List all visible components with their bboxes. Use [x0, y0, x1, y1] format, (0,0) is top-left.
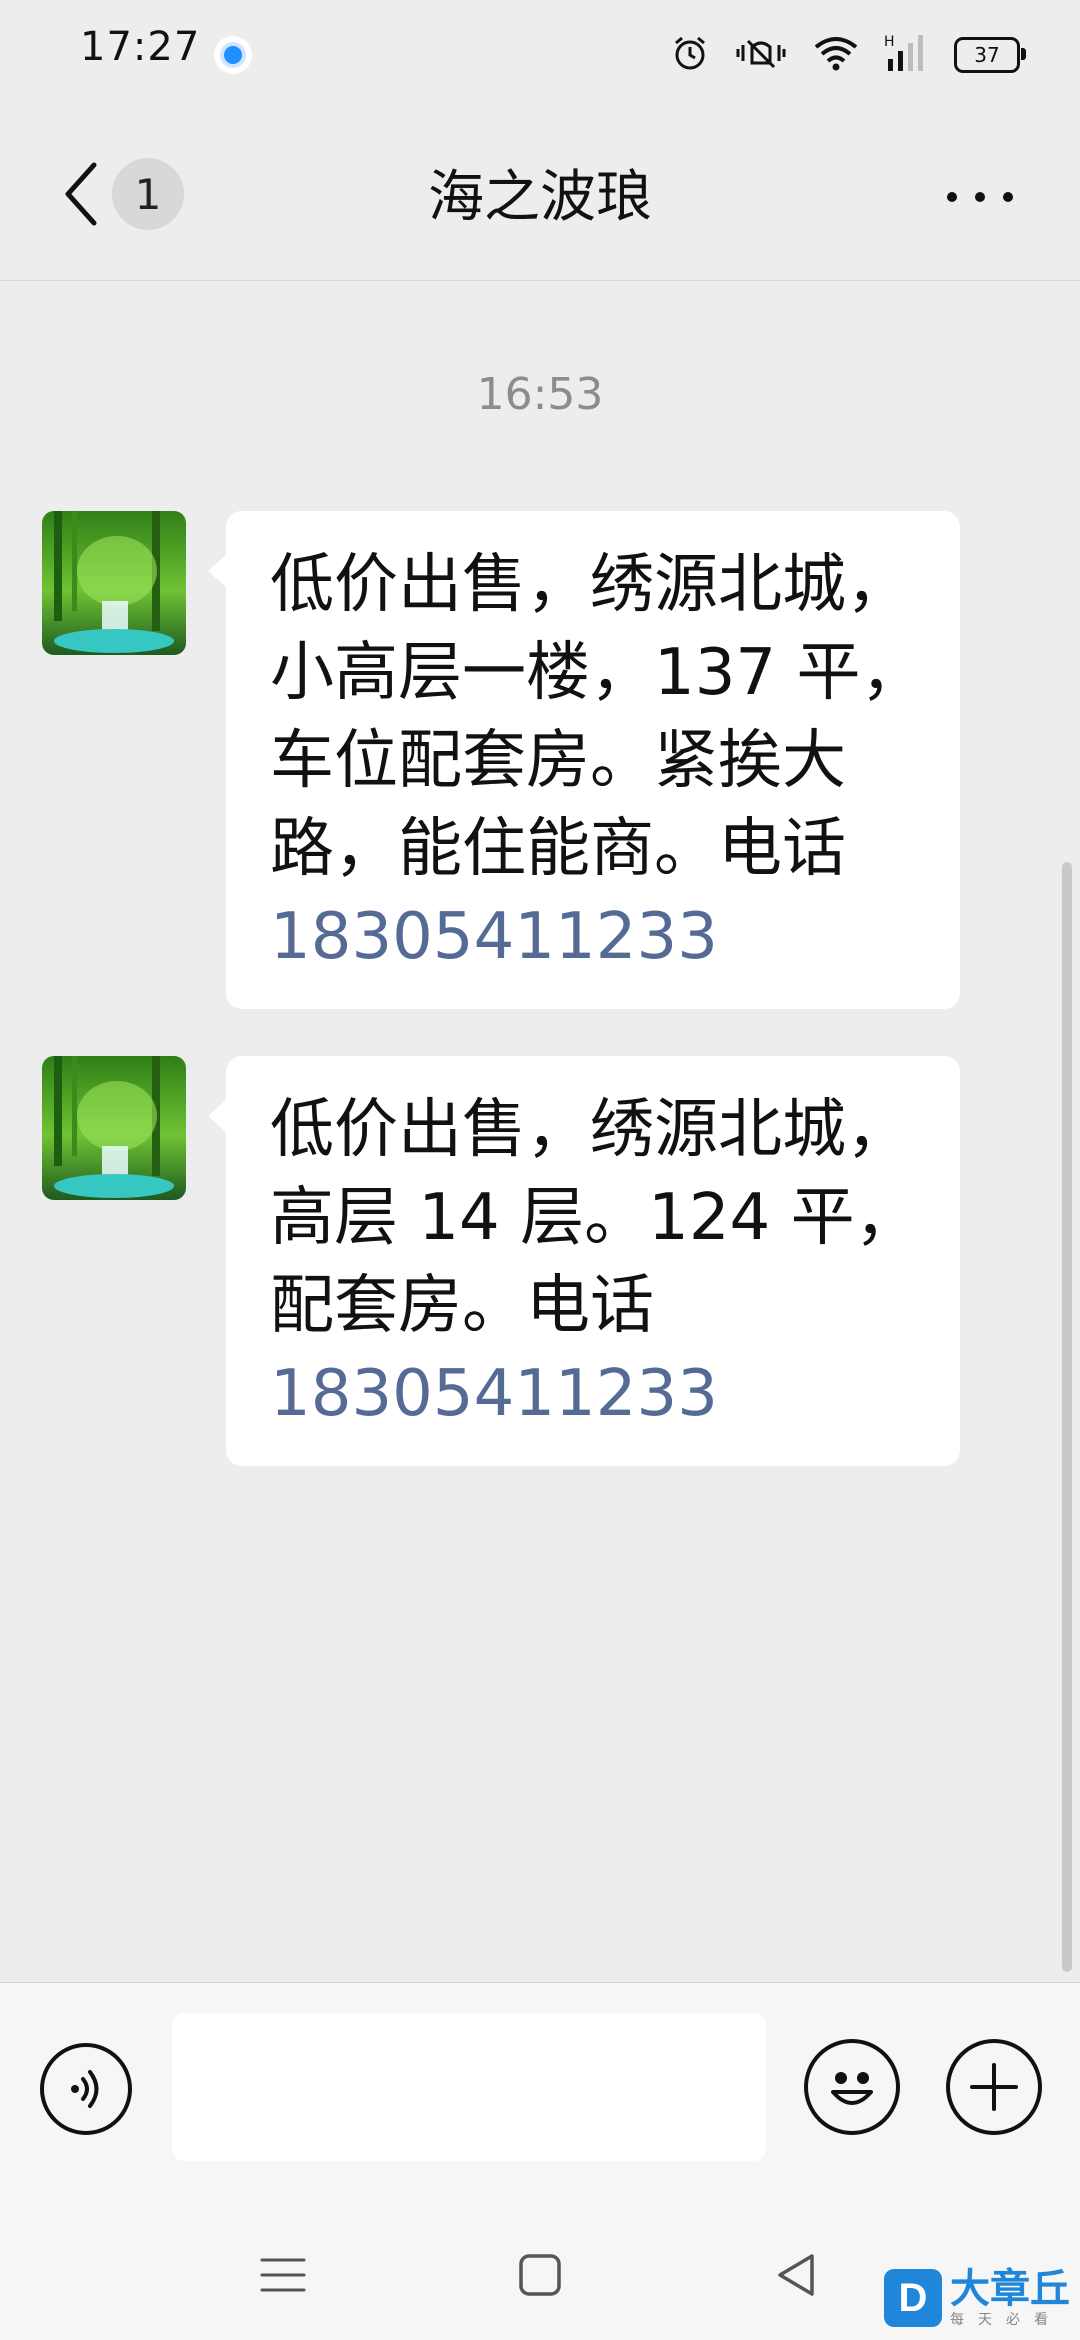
message-text: 低价出售，绣源北城，高层 14 层。124 平，配套房。电话: [270, 1093, 919, 1343]
chat-title: 海之波琅: [428, 165, 652, 230]
smiley-icon: [831, 2072, 873, 2105]
message-bubble[interactable]: 低价出售，绣源北城，小高层一楼，137 平，车位配套房。紧挨大路，能住能商。电话…: [208, 511, 960, 1009]
home-nav-button[interactable]: [505, 2240, 575, 2310]
message-timestamp: 16:53: [476, 369, 604, 420]
battery-indicator: 37: [954, 37, 1026, 73]
avatar[interactable]: [42, 1056, 186, 1200]
home-square-icon: [519, 2254, 561, 2296]
wifi-icon: [812, 33, 860, 77]
voice-icon: [71, 2070, 99, 2108]
more-dot-icon: [1003, 192, 1013, 202]
voice-input-button[interactable]: [40, 2043, 132, 2135]
message-text: 低价出售，绣源北城，小高层一楼，137 平，车位配套房。紧挨大路，能住能商。电话: [270, 548, 925, 886]
scrollbar[interactable]: [1062, 862, 1072, 1972]
status-time: 17:27: [80, 24, 201, 70]
battery-level: 37: [974, 43, 1000, 67]
message-list[interactable]: 16:53 低价出售，绣源北城，小高层一楼，137 平，车位配套房。紧挨大路，能…: [0, 281, 1080, 1981]
watermark-subtitle: 每天必看: [950, 2312, 1062, 2328]
phone-number-link[interactable]: 18305411233: [270, 900, 718, 974]
back-triangle-icon: [778, 2254, 814, 2296]
status-icons: H 37: [670, 30, 1026, 80]
plus-icon: [970, 2063, 1018, 2111]
mute-icon: [734, 33, 788, 77]
menu-icon: [260, 2258, 306, 2292]
back-nav-button[interactable]: [762, 2240, 832, 2310]
status-bar: 17:27 H 37: [0, 0, 1080, 110]
more-dot-icon: [975, 192, 985, 202]
svg-text:H: H: [884, 34, 895, 50]
phone-number-link[interactable]: 18305411233: [270, 1357, 718, 1431]
watermark: D 大章丘 每天必看: [884, 2256, 1080, 2340]
message-input[interactable]: [172, 2013, 766, 2161]
watermark-title: 大章丘: [950, 2266, 1070, 2312]
more-dot-icon: [947, 192, 957, 202]
watermark-logo-icon: D: [884, 2269, 942, 2327]
avatar[interactable]: [42, 511, 186, 655]
more-functions-button[interactable]: [946, 2039, 1042, 2135]
waterfall-avatar-image: [42, 511, 186, 655]
menu-nav-button[interactable]: [248, 2240, 318, 2310]
emoji-button[interactable]: [804, 2039, 900, 2135]
signal-icon: H: [884, 33, 930, 77]
alarm-icon: [670, 33, 710, 77]
input-bar: [0, 1982, 1080, 2203]
more-options-button[interactable]: [920, 172, 1040, 222]
chat-header: 1 海之波琅: [0, 110, 1080, 281]
waterfall-avatar-image: [42, 1056, 186, 1200]
notification-app-icon: [214, 36, 252, 74]
message-bubble[interactable]: 低价出售，绣源北城，高层 14 层。124 平，配套房。电话 183054112…: [208, 1056, 960, 1466]
